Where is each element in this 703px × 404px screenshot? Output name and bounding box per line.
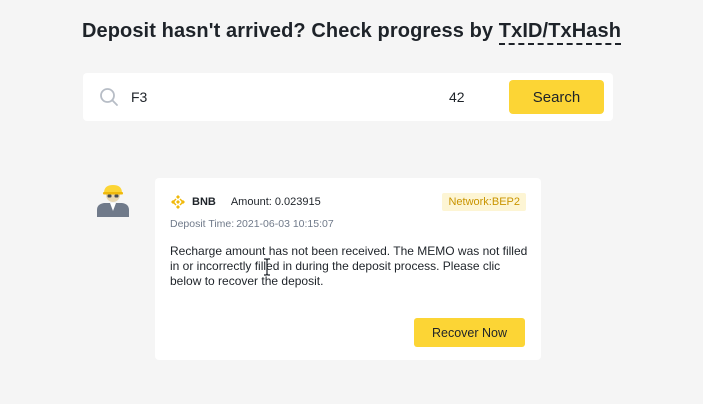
network-label: Network:	[448, 196, 492, 208]
deposit-time-value: 2021-06-03 10:15:07	[236, 218, 334, 230]
amount-label: Amount:	[230, 196, 272, 208]
worker-avatar-icon	[97, 185, 129, 217]
status-message: Recharge amount has not been received. T…	[170, 244, 528, 288]
txid-help-link[interactable]: TxID/TxHash	[498, 20, 622, 45]
search-input-tail: 42	[449, 89, 465, 105]
text-cursor-icon	[264, 258, 270, 276]
txid-search-input[interactable]	[131, 82, 431, 112]
search-bar: 42 Search	[83, 73, 613, 121]
network-value: BEP2	[491, 196, 520, 208]
page-title-text: Deposit hasn't arrived? Check progress b…	[81, 20, 499, 42]
network-badge: Network:BEP2	[442, 193, 526, 211]
recover-now-button[interactable]: Recover Now	[414, 318, 525, 347]
coin-row: BNB Amount: 0.023915	[170, 194, 321, 210]
coin-name: BNB	[192, 196, 216, 208]
deposit-result-card: BNB Amount: 0.023915 Network:BEP2 Deposi…	[155, 178, 541, 360]
search-button[interactable]: Search	[509, 80, 604, 114]
deposit-time-label: Deposit Time:	[170, 218, 235, 230]
deposit-time: Deposit Time: 2021-06-03 10:15:07	[170, 218, 334, 230]
page-title: Deposit hasn't arrived? Check progress b…	[0, 20, 703, 45]
bnb-icon	[171, 195, 185, 209]
amount-value: 0.023915	[274, 196, 321, 208]
search-icon	[100, 88, 118, 106]
